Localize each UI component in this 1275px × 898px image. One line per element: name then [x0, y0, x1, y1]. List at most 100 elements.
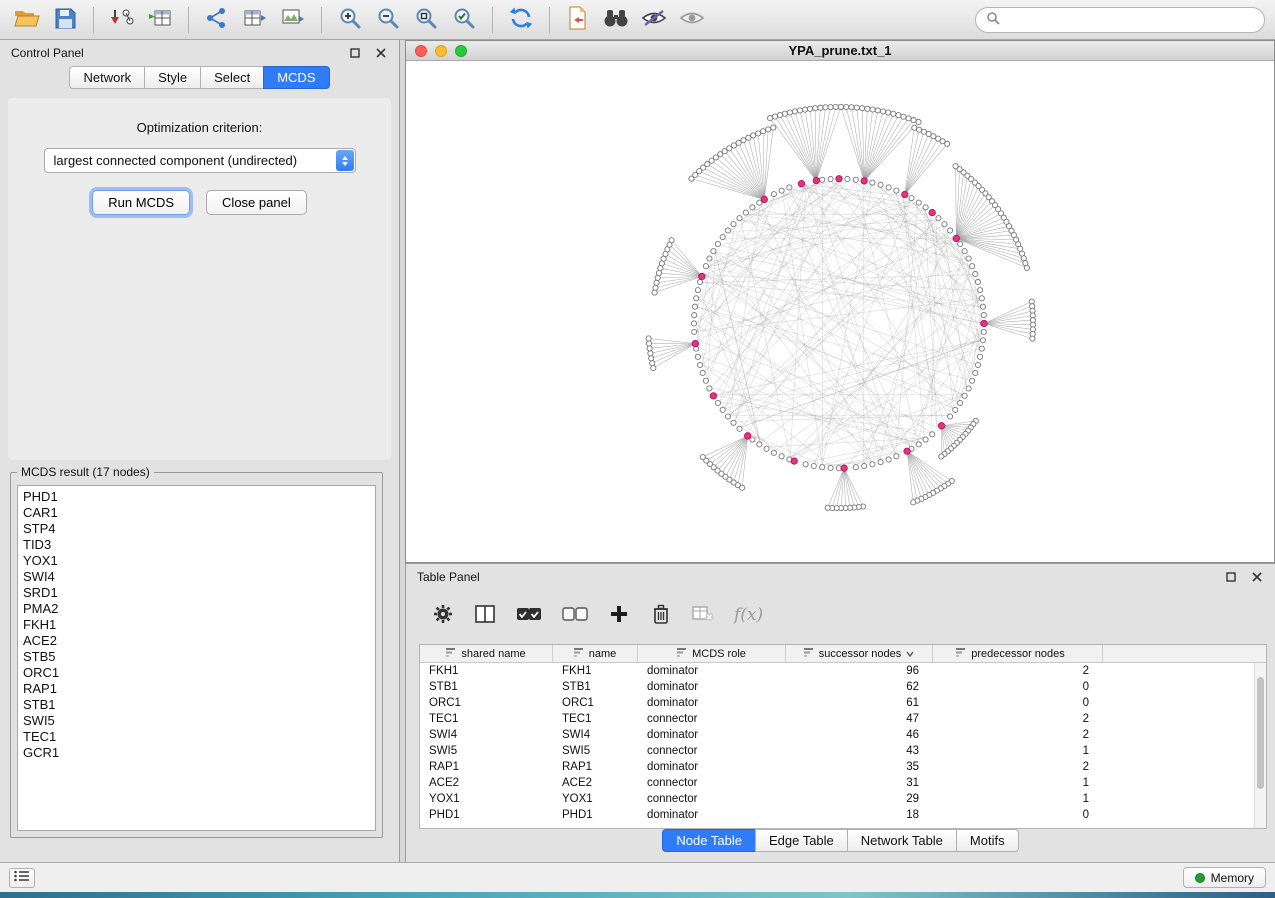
column-header-mcds-role[interactable]: MCDS role	[638, 645, 786, 662]
column-header-shared-name[interactable]: shared name	[420, 645, 553, 662]
table-row[interactable]: PHD1PHD1dominator180	[420, 807, 1266, 823]
mcds-options-card: Optimization criterion: largest connecte…	[8, 98, 391, 460]
toolbar-separator	[321, 7, 322, 33]
table-cell: SWI5	[420, 745, 553, 757]
table-panel-title: Table Panel	[417, 570, 480, 584]
table-scrollbar-thumb[interactable]	[1257, 677, 1264, 789]
zoom-in-button[interactable]	[333, 5, 367, 35]
table-scrollbar[interactable]	[1254, 663, 1266, 828]
tab-style[interactable]: Style	[144, 66, 200, 89]
column-header-name[interactable]: name	[553, 645, 638, 662]
table-cell: PHD1	[553, 809, 638, 821]
table-cell: connector	[638, 745, 786, 757]
maximize-window-button[interactable]	[455, 45, 467, 57]
import-table-icon	[148, 7, 172, 32]
deselect-all-button[interactable]	[562, 603, 588, 627]
float-panel-button[interactable]	[348, 46, 362, 60]
table-cell: 0	[933, 809, 1103, 821]
table-row[interactable]: ORC1ORC1dominator610	[420, 695, 1266, 711]
zoom-out-button[interactable]	[371, 5, 405, 35]
show-columns-button[interactable]	[474, 603, 496, 627]
mcds-result-item[interactable]: RAP1	[23, 681, 370, 697]
table-cell: ACE2	[553, 777, 638, 789]
table-row[interactable]: FKH1FKH1dominator962	[420, 663, 1266, 679]
control-panel-title: Control Panel	[11, 46, 84, 60]
mcds-result-item[interactable]: FKH1	[23, 617, 370, 633]
close-panel-button[interactable]	[374, 46, 388, 60]
mcds-result-item[interactable]: ACE2	[23, 633, 370, 649]
minimize-window-button[interactable]	[435, 45, 447, 57]
table-row[interactable]: TEC1TEC1connector472	[420, 711, 1266, 727]
hide-details-button[interactable]	[637, 5, 671, 35]
fx-icon: f(x)	[734, 605, 763, 625]
table-row[interactable]: SWI5SWI5connector431	[420, 743, 1266, 759]
run-mcds-button[interactable]: Run MCDS	[92, 190, 190, 215]
tab-motifs[interactable]: Motifs	[956, 829, 1019, 852]
toolbar-separator	[549, 7, 550, 33]
close-table-panel-button[interactable]	[1250, 570, 1264, 584]
mcds-result-item[interactable]: STB5	[23, 649, 370, 665]
table-row[interactable]: ACE2ACE2connector311	[420, 775, 1266, 791]
mcds-result-item[interactable]: TID3	[23, 537, 370, 553]
function-builder-button: f(x)	[734, 603, 763, 627]
zoom-fit-button[interactable]	[409, 5, 443, 35]
mcds-result-item[interactable]: PMA2	[23, 601, 370, 617]
tab-edge-table[interactable]: Edge Table	[755, 829, 847, 852]
float-table-panel-button[interactable]	[1224, 570, 1238, 584]
mcds-result-item[interactable]: STP4	[23, 521, 370, 537]
tab-mcds[interactable]: MCDS	[263, 66, 329, 89]
column-header-predecessor-nodes[interactable]: predecessor nodes	[933, 645, 1103, 662]
export-image-button[interactable]	[276, 5, 310, 35]
close-mcds-panel-button[interactable]: Close panel	[206, 190, 307, 215]
clone-network-button[interactable]	[561, 5, 595, 35]
toolbar-separator	[492, 7, 493, 33]
memory-button[interactable]: Memory	[1183, 867, 1266, 888]
optimization-criterion-select[interactable]: largest connected component (undirected)	[44, 148, 356, 173]
search-input[interactable]	[1006, 12, 1254, 27]
network-canvas[interactable]	[406, 62, 1274, 562]
table-row[interactable]: SWI4SWI4dominator462	[420, 727, 1266, 743]
tab-network[interactable]: Network	[69, 66, 144, 89]
new-network-button[interactable]	[200, 5, 234, 35]
new-table-button[interactable]	[238, 5, 272, 35]
table-row[interactable]: YOX1YOX1connector291	[420, 791, 1266, 807]
show-panels-button[interactable]	[9, 868, 35, 888]
mcds-result-list[interactable]: PHD1CAR1STP4TID3YOX1SWI4SRD1PMA2FKH1ACE2…	[17, 485, 376, 831]
node-table: shared name name MCDS role successor nod…	[419, 644, 1267, 829]
close-window-button[interactable]	[415, 45, 427, 57]
mcds-result-item[interactable]: STB1	[23, 697, 370, 713]
table-cell: 2	[933, 665, 1103, 677]
refresh-layout-button[interactable]	[504, 5, 538, 35]
zoom-selected-button[interactable]	[447, 5, 481, 35]
import-network-button[interactable]	[105, 5, 139, 35]
import-table-button[interactable]	[143, 5, 177, 35]
table-row[interactable]: STB1STB1dominator620	[420, 679, 1266, 695]
table-cell: TEC1	[553, 713, 638, 725]
search-network-button[interactable]	[599, 5, 633, 35]
mcds-result-item[interactable]: SRD1	[23, 585, 370, 601]
mcds-result-item[interactable]: SWI5	[23, 713, 370, 729]
show-details-button[interactable]	[675, 5, 709, 35]
table-settings-button[interactable]	[432, 603, 454, 627]
table-cell: ORC1	[553, 697, 638, 709]
mcds-result-item[interactable]: ORC1	[23, 665, 370, 681]
table-tabs: Node Table Edge Table Network Table Moti…	[406, 829, 1275, 852]
mcds-result-item[interactable]: GCR1	[23, 745, 370, 761]
create-column-button[interactable]	[608, 603, 630, 627]
mcds-result-item[interactable]: YOX1	[23, 553, 370, 569]
save-session-button[interactable]	[48, 5, 82, 35]
mcds-result-item[interactable]: CAR1	[23, 505, 370, 521]
mcds-result-item[interactable]: TEC1	[23, 729, 370, 745]
table-cell: RAP1	[553, 761, 638, 773]
select-all-button[interactable]	[516, 603, 542, 627]
mcds-result-item[interactable]: SWI4	[23, 569, 370, 585]
tab-node-table[interactable]: Node Table	[662, 829, 755, 852]
table-row[interactable]: RAP1RAP1dominator352	[420, 759, 1266, 775]
tab-select[interactable]: Select	[200, 66, 263, 89]
mcds-result-item[interactable]: PHD1	[23, 489, 370, 505]
column-header-successor-nodes[interactable]: successor nodes	[786, 645, 933, 662]
tab-network-table[interactable]: Network Table	[847, 829, 956, 852]
list-icon	[14, 870, 30, 885]
delete-column-button[interactable]	[650, 603, 672, 627]
open-session-button[interactable]	[10, 5, 44, 35]
